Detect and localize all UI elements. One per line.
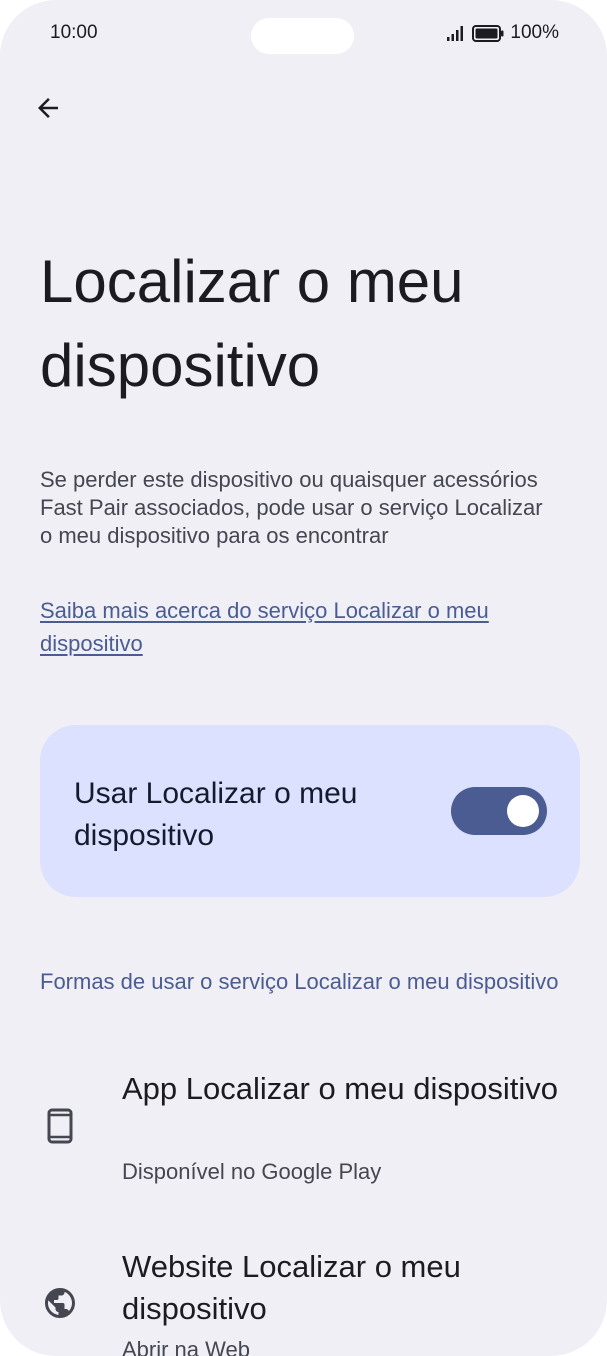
status-time: 10:00 — [50, 22, 98, 43]
use-find-my-device-toggle-card[interactable]: Usar Localizar o meu dispositivo — [40, 725, 580, 897]
list-item-title: Website Localizar o meu dispositivo — [122, 1249, 461, 1326]
battery-percentage: 100% — [510, 22, 559, 43]
globe-icon — [38, 1281, 82, 1325]
status-bar: 10:00 100% — [0, 0, 607, 70]
battery-icon — [472, 24, 504, 42]
arrow-back-icon — [38, 98, 58, 118]
camera-cutout — [251, 18, 354, 54]
signal-icon — [447, 26, 464, 41]
list-item-app[interactable]: App Localizar o meu dispositivo Disponív… — [0, 1066, 607, 1206]
toggle-switch[interactable] — [451, 787, 547, 835]
learn-more-link[interactable]: Saiba mais acerca do serviço Localizar o… — [40, 594, 560, 660]
list-item-subtitle: Abrir na Web — [122, 1337, 250, 1356]
phone-screen: 10:00 100% Localizar o meu dispositivo S… — [0, 0, 607, 1356]
section-header: Formas de usar o serviço Localizar o meu… — [40, 969, 559, 994]
page-title: Localizar o meu dispositivo — [40, 248, 464, 399]
toggle-knob — [507, 795, 539, 827]
toggle-label: Usar Localizar o meu dispositivo — [74, 777, 358, 852]
list-item-website[interactable]: Website Localizar o meu dispositivo Abri… — [0, 1244, 607, 1356]
status-indicators: 100% — [446, 22, 559, 44]
phone-icon — [38, 1104, 82, 1148]
back-button[interactable] — [26, 86, 70, 130]
list-item-title: App Localizar o meu dispositivo — [122, 1071, 558, 1106]
list-item-subtitle: Disponível no Google Play — [122, 1159, 382, 1184]
page-description: Se perder este dispositivo ou quaisquer … — [40, 467, 543, 548]
